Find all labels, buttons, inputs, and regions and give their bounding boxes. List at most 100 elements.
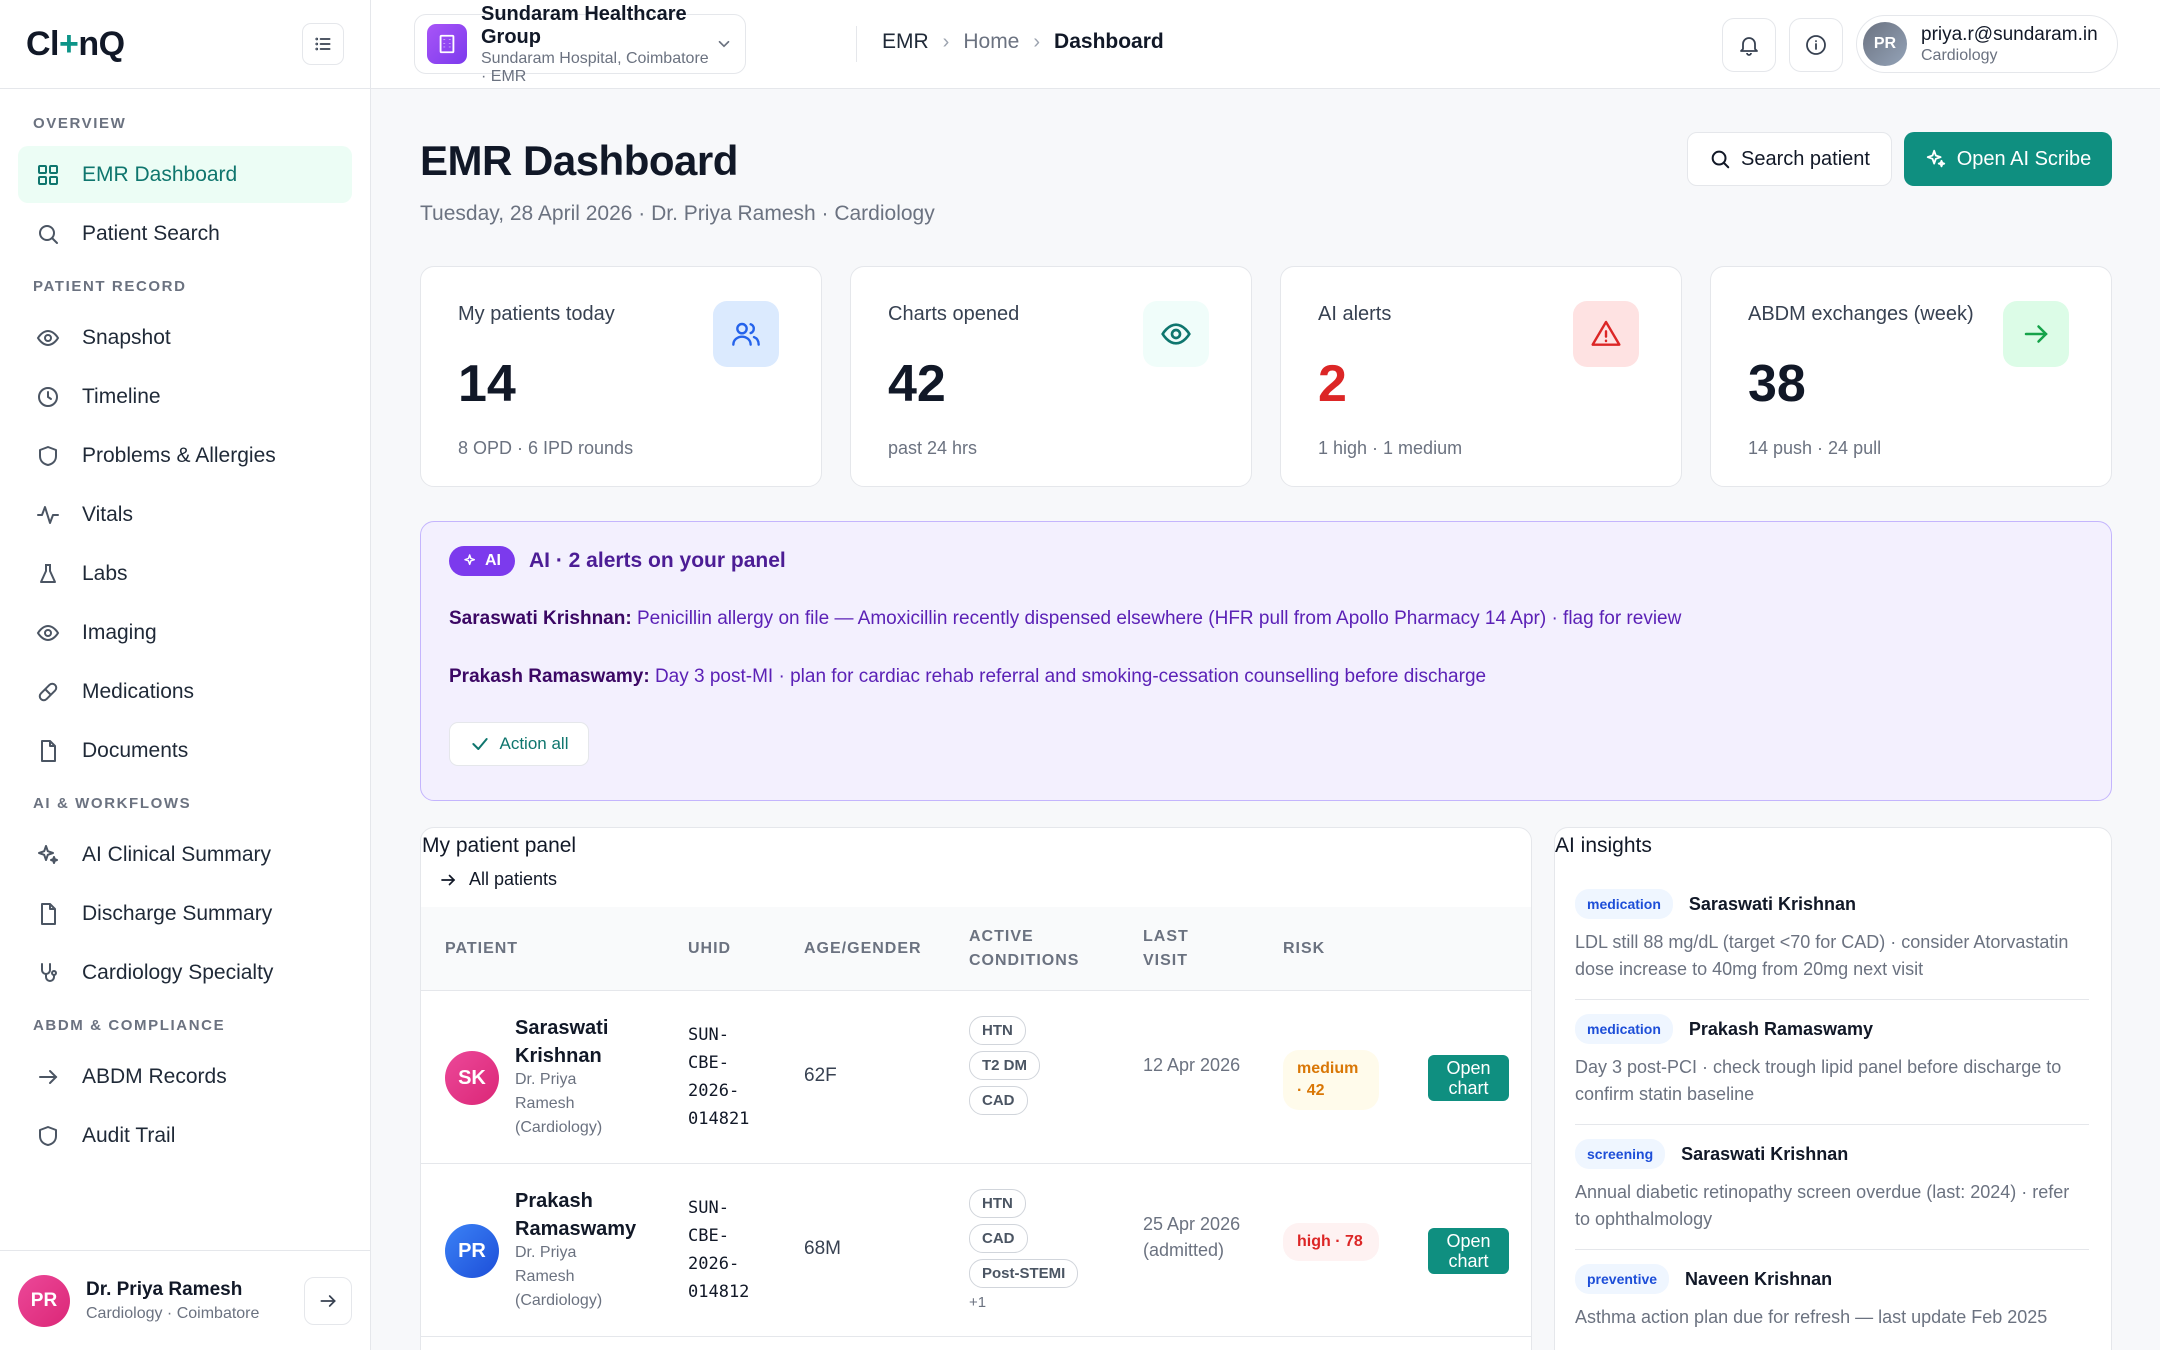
condition-tag: T2 DM bbox=[969, 1051, 1040, 1080]
stat-card-abdm-exchanges[interactable]: ABDM exchanges (week) 38 14 push · 24 pu… bbox=[1710, 266, 2112, 487]
patient-uhid: SUN-CBE-2026-014812 bbox=[688, 1198, 750, 1302]
avatar[interactable]: PR bbox=[18, 1274, 70, 1327]
info-button[interactable] bbox=[1789, 18, 1843, 72]
patient-name[interactable]: Prakash Ramaswamy bbox=[515, 1187, 636, 1243]
sidebar-item-label: ABDM Records bbox=[82, 1064, 227, 1088]
topbar: Sundaram Healthcare Group Sundaram Hospi… bbox=[371, 0, 2160, 89]
open-ai-scribe-button[interactable]: Open AI Scribe bbox=[1904, 132, 2112, 186]
condition-tag: HTN bbox=[969, 1016, 1026, 1045]
risk-badge: medium · 42 bbox=[1283, 1050, 1379, 1110]
stat-card-patients-today[interactable]: My patients today 14 8 OPD · 6 IPD round… bbox=[420, 266, 822, 487]
insight-patient[interactable]: Naveen Krishnan bbox=[1685, 1269, 1832, 1290]
stat-subtext: 1 high · 1 medium bbox=[1318, 438, 1463, 458]
sidebar-item-label: Imaging bbox=[82, 620, 157, 644]
footer-user-name: Dr. Priya Ramesh bbox=[86, 1278, 243, 1300]
sparkles-icon bbox=[34, 841, 62, 869]
insight-item[interactable]: medication Saraswati Krishnan LDL still 8… bbox=[1575, 889, 2089, 1000]
sidebar-item-imaging[interactable]: Imaging bbox=[18, 604, 352, 661]
insight-patient[interactable]: Saraswati Krishnan bbox=[1689, 894, 1856, 915]
insight-patient[interactable]: Prakash Ramaswamy bbox=[1689, 1019, 1873, 1040]
sparkles-icon bbox=[1925, 148, 1947, 170]
patient-name[interactable]: Saraswati Krishnan bbox=[515, 1014, 625, 1070]
app-logo[interactable]: Cl+nQ bbox=[26, 25, 125, 64]
column-header-last-visit[interactable]: LAST VISIT bbox=[1143, 925, 1189, 973]
insight-item[interactable]: screening Saraswati Krishnan Annual diabe… bbox=[1575, 1139, 2089, 1250]
bell-icon bbox=[1740, 37, 1758, 56]
sidebar-item-snapshot[interactable]: Snapshot bbox=[18, 309, 352, 366]
sidebar-item-label: Audit Trail bbox=[82, 1123, 176, 1147]
table-row[interactable]: SK Saraswati Krishnan Dr. Priya Ramesh (… bbox=[421, 992, 1531, 1164]
sidebar-item-label: Cardiology Specialty bbox=[82, 960, 274, 984]
risk-badge: high · 78 bbox=[1283, 1223, 1379, 1261]
footer-user-subtitle: Cardiology · Coimbatore bbox=[86, 1304, 260, 1322]
logout-button[interactable] bbox=[304, 1276, 352, 1325]
patient-age-gender: 62F bbox=[804, 1065, 837, 1086]
table-row[interactable]: PR Prakash Ramaswamy Dr. Priya Ramesh (C… bbox=[421, 1165, 1531, 1337]
org-subtitle: Sundaram Hospital, Coimbatore · EMR bbox=[481, 49, 709, 85]
insight-text: Annual diabetic retinopathy screen overd… bbox=[1575, 1182, 2070, 1229]
insight-tag: preventive bbox=[1575, 1264, 1670, 1294]
sidebar-toggle-button[interactable] bbox=[302, 23, 344, 65]
condition-tag: CAD bbox=[969, 1224, 1028, 1253]
sidebar-item-problems-allergies[interactable]: Problems & Allergies bbox=[18, 427, 352, 484]
sidebar-item-label: Patient Search bbox=[82, 221, 220, 245]
sidebar-section-title: ABDM & COMPLIANCE bbox=[33, 1017, 226, 1034]
arrow-right-icon bbox=[439, 871, 457, 889]
sidebar-item-label: Labs bbox=[82, 561, 128, 585]
sidebar-item-label: Snapshot bbox=[82, 325, 171, 349]
ai-alert-item: Saraswati Krishnan: Penicillin allergy o… bbox=[449, 608, 1682, 629]
panel-title: My patient panel bbox=[422, 834, 577, 857]
insight-item[interactable]: preventive Naveen Krishnan Asthma action … bbox=[1575, 1264, 2089, 1347]
sidebar-item-labs[interactable]: Labs bbox=[18, 545, 352, 602]
eye-icon bbox=[1143, 301, 1209, 367]
sidebar-item-timeline[interactable]: Timeline bbox=[18, 368, 352, 425]
sidebar-item-emr-dashboard[interactable]: EMR Dashboard bbox=[18, 146, 352, 203]
open-chart-button[interactable]: Open chart bbox=[1428, 1228, 1509, 1274]
all-patients-link[interactable]: All patients bbox=[439, 869, 557, 890]
search-patient-button[interactable]: Search patient bbox=[1687, 132, 1892, 186]
user-email: priya.r@sundaram.in bbox=[1921, 23, 2098, 45]
column-header-risk[interactable]: RISK bbox=[1283, 937, 1325, 961]
stats-row: My patients today 14 8 OPD · 6 IPD round… bbox=[420, 266, 2112, 487]
sidebar-item-medications[interactable]: Medications bbox=[18, 663, 352, 720]
arrow-right-icon bbox=[320, 1294, 336, 1307]
stat-card-ai-alerts[interactable]: AI alerts 2 1 high · 1 medium bbox=[1280, 266, 1682, 487]
column-header-patient[interactable]: PATIENT bbox=[445, 937, 518, 961]
insight-item[interactable]: medication Prakash Ramaswamy Day 3 post-P… bbox=[1575, 1014, 2089, 1125]
user-menu[interactable]: PR priya.r@sundaram.in Cardiology bbox=[1856, 15, 2118, 73]
column-header-uhid[interactable]: UHID bbox=[688, 937, 731, 961]
more-conditions-count[interactable]: +1 bbox=[969, 1294, 986, 1311]
stat-subtext: past 24 hrs bbox=[888, 438, 978, 458]
sidebar-item-label: Vitals bbox=[82, 502, 133, 526]
column-header-active-conditions[interactable]: ACTIVE CONDITIONS bbox=[969, 925, 1079, 973]
sidebar-item-ai-clinical-summary[interactable]: AI Clinical Summary bbox=[18, 826, 352, 883]
org-switcher[interactable]: Sundaram Healthcare Group Sundaram Hospi… bbox=[414, 3, 746, 85]
avatar: PR bbox=[445, 1224, 499, 1278]
patient-age-gender: 68M bbox=[804, 1238, 841, 1259]
sidebar-item-documents[interactable]: Documents bbox=[18, 722, 352, 779]
sidebar-item-patient-search[interactable]: Patient Search bbox=[18, 205, 352, 262]
breadcrumb-emr[interactable]: EMR bbox=[882, 30, 929, 54]
insights-title: AI insights bbox=[1555, 834, 1652, 857]
sidebar-item-discharge-summary[interactable]: Discharge Summary bbox=[18, 885, 352, 942]
breadcrumb-home[interactable]: Home bbox=[963, 30, 1019, 54]
open-chart-button[interactable]: Open chart bbox=[1428, 1055, 1509, 1101]
info-icon bbox=[1806, 35, 1826, 55]
sidebar-section-title: AI & WORKFLOWS bbox=[33, 795, 192, 812]
flask-icon bbox=[34, 560, 62, 588]
insight-patient[interactable]: Saraswati Krishnan bbox=[1681, 1144, 1848, 1165]
stat-subtext: 8 OPD · 6 IPD rounds bbox=[458, 438, 634, 458]
pill-icon bbox=[34, 678, 62, 706]
sidebar-item-abdm-records[interactable]: ABDM Records bbox=[18, 1048, 352, 1105]
list-icon bbox=[315, 37, 331, 51]
sidebar-item-vitals[interactable]: Vitals bbox=[18, 486, 352, 543]
notifications-button[interactable] bbox=[1722, 18, 1776, 72]
check-icon bbox=[470, 734, 490, 754]
sidebar-item-cardiology-specialty[interactable]: Cardiology Specialty bbox=[18, 944, 352, 1001]
document-icon bbox=[34, 900, 62, 928]
sidebar-item-audit-trail[interactable]: Audit Trail bbox=[18, 1107, 352, 1164]
action-all-button[interactable]: Action all bbox=[449, 722, 589, 766]
column-header-age-gender[interactable]: AGE/GENDER bbox=[804, 937, 922, 961]
stat-card-charts-opened[interactable]: Charts opened 42 past 24 hrs bbox=[850, 266, 1252, 487]
eye-icon bbox=[34, 619, 62, 647]
